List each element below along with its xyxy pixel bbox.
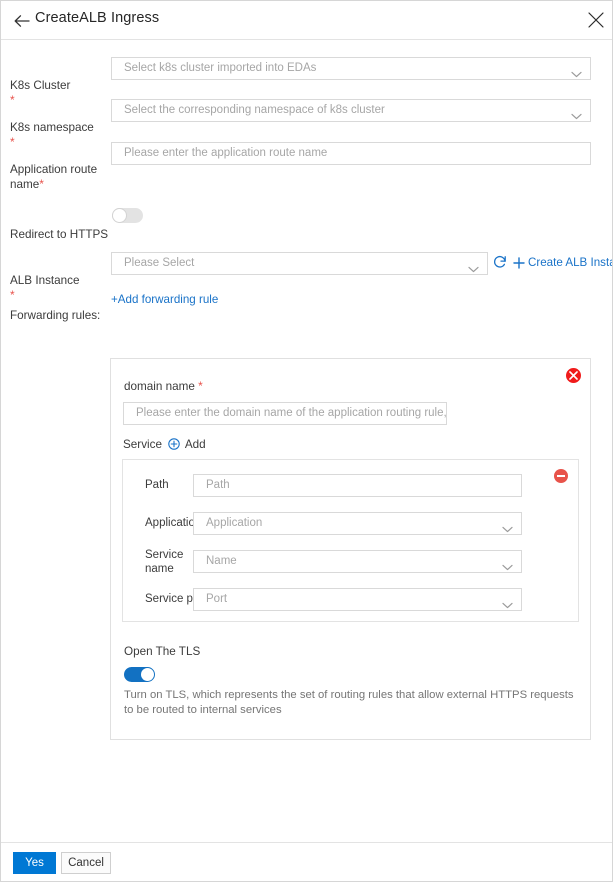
service-label: Service bbox=[123, 438, 162, 451]
minus-glyph bbox=[557, 475, 565, 477]
k8s-cluster-placeholder: Select k8s cluster imported into EDAs bbox=[124, 62, 316, 74]
service-name-label: Service name bbox=[145, 548, 191, 576]
redirect-to-https-toggle[interactable] bbox=[112, 208, 143, 223]
path-input[interactable]: Path bbox=[193, 474, 522, 497]
forwarding-rules-label: Forwarding rules: bbox=[10, 293, 100, 323]
application-placeholder: Application bbox=[206, 517, 262, 529]
chevron-down-icon bbox=[502, 520, 513, 527]
alb-instance-placeholder: Please Select bbox=[124, 257, 194, 269]
path-placeholder: Path bbox=[206, 479, 230, 491]
cancel-button[interactable]: Cancel bbox=[61, 852, 111, 874]
required-marker: * bbox=[39, 177, 44, 191]
toggle-knob bbox=[141, 668, 154, 681]
chevron-down-icon bbox=[571, 65, 582, 72]
k8s-cluster-label: K8s Cluster * bbox=[10, 63, 70, 108]
service-card: Path Path Application Application Servic… bbox=[122, 459, 579, 622]
open-the-tls-label: Open The TLS bbox=[124, 645, 200, 658]
page-title: CreateALB Ingress bbox=[35, 10, 159, 26]
service-add-label[interactable]: Add bbox=[185, 438, 206, 451]
domain-name-placeholder: Please enter the domain name of the appl… bbox=[136, 407, 447, 419]
domain-name-input[interactable]: Please enter the domain name of the appl… bbox=[123, 402, 447, 425]
application-route-name-placeholder: Please enter the application route name bbox=[124, 147, 327, 159]
plus-icon[interactable] bbox=[513, 256, 525, 268]
open-the-tls-toggle[interactable] bbox=[124, 667, 155, 682]
k8s-namespace-label: K8s namespace * bbox=[10, 105, 94, 150]
chevron-down-icon bbox=[502, 596, 513, 603]
service-name-placeholder: Name bbox=[206, 555, 237, 567]
toggle-knob bbox=[113, 209, 126, 222]
service-port-placeholder: Port bbox=[206, 593, 227, 605]
path-label: Path bbox=[145, 478, 169, 492]
service-port-select[interactable]: Port bbox=[193, 588, 522, 611]
service-section-header: Service Add bbox=[123, 438, 206, 453]
redirect-to-https-label: Redirect to HTTPS bbox=[10, 212, 108, 242]
panel-body: K8s Cluster * Select k8s cluster importe… bbox=[1, 40, 613, 844]
add-forwarding-rule-link[interactable]: +Add forwarding rule bbox=[111, 293, 218, 306]
domain-name-label: domain name * bbox=[124, 379, 203, 393]
create-alb-ingress-panel: CreateALB Ingress K8s Cluster * Select k… bbox=[0, 0, 613, 882]
forwarding-rule-card: domain name * Please enter the domain na… bbox=[110, 358, 591, 740]
plus-circle-icon[interactable] bbox=[168, 438, 180, 453]
close-icon[interactable] bbox=[587, 11, 605, 29]
required-marker: * bbox=[198, 379, 203, 393]
k8s-cluster-select[interactable]: Select k8s cluster imported into EDAs bbox=[111, 57, 591, 80]
close-circle-icon[interactable] bbox=[566, 368, 581, 383]
refresh-icon[interactable] bbox=[493, 255, 507, 269]
application-route-name-input[interactable]: Please enter the application route name bbox=[111, 142, 591, 165]
chevron-down-icon bbox=[571, 107, 582, 114]
k8s-namespace-select[interactable]: Select the corresponding namespace of k8… bbox=[111, 99, 591, 122]
k8s-namespace-placeholder: Select the corresponding namespace of k8… bbox=[124, 104, 385, 116]
application-select[interactable]: Application bbox=[193, 512, 522, 535]
tls-description: Turn on TLS, which represents the set of… bbox=[124, 688, 584, 718]
panel-footer: Yes Cancel bbox=[1, 842, 613, 881]
panel-header: CreateALB Ingress bbox=[1, 1, 613, 40]
chevron-down-icon bbox=[502, 558, 513, 565]
chevron-down-icon bbox=[468, 260, 479, 267]
confirm-button[interactable]: Yes bbox=[13, 852, 56, 874]
arrow-left-icon[interactable] bbox=[12, 11, 32, 31]
minus-circle-icon[interactable] bbox=[554, 469, 568, 483]
create-alb-instance-link[interactable]: Create ALB Instance bbox=[528, 256, 613, 269]
service-name-select[interactable]: Name bbox=[193, 550, 522, 573]
alb-instance-select[interactable]: Please Select bbox=[111, 252, 488, 275]
application-route-name-label: Application route name* bbox=[10, 147, 110, 192]
